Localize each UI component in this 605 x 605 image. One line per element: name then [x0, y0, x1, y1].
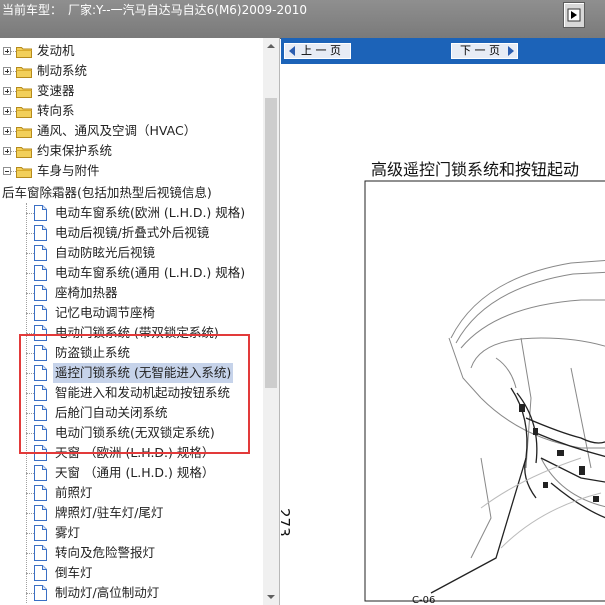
tree-folder-label: 发动机 [37, 43, 75, 58]
tree-connector-line [26, 273, 34, 274]
tree-page-item[interactable]: 电动车窗系统(欧洲 (L.H.D.) 规格) [0, 203, 262, 223]
tree-connector-line [26, 493, 34, 494]
tree-connector-line [26, 293, 34, 294]
page-number: 273 [281, 508, 293, 537]
tree-page-item[interactable]: 牌照灯/驻车灯/尾灯 [0, 503, 262, 523]
scrollbar-thumb[interactable] [265, 98, 277, 388]
tree-folder-item[interactable]: 通风、通风及空调（HVAC） [0, 121, 262, 141]
tree-page-label: 雾灯 [55, 525, 81, 540]
tree-page-label: 电动车窗系统(通用 (L.H.D.) 规格) [55, 265, 246, 280]
document-page-icon [34, 585, 47, 605]
tree-connector-line [26, 213, 34, 214]
folder-icon [16, 164, 32, 184]
expand-plus-icon[interactable] [3, 47, 11, 55]
scroll-up-arrow-icon[interactable] [263, 38, 279, 54]
tree-folder-item[interactable]: 发动机 [0, 41, 262, 61]
tree-folder-label: 变速器 [37, 83, 75, 98]
top-bar: 当前车型： 厂家:Y--一汽马自达马自达6(M6)2009-2010 [0, 0, 605, 39]
tree-connector-line [26, 553, 34, 554]
tree-page-label: 自动防眩光后视镜 [55, 245, 156, 260]
tree-folder-label: 制动系统 [37, 63, 88, 78]
tree-page-item[interactable]: 座椅加热器 [0, 283, 262, 303]
tree-connector-line [26, 313, 34, 314]
exit-arrow-icon [567, 8, 581, 22]
expand-plus-icon[interactable] [3, 127, 11, 135]
tree-page-item[interactable]: 转向及危险警报灯 [0, 543, 262, 563]
tree-page-label: 电动车窗系统(欧洲 (L.H.D.) 规格) [55, 205, 246, 220]
tree-page-label: 座椅加热器 [55, 285, 118, 300]
tree-page-item[interactable]: 自动防眩光后视镜 [0, 243, 262, 263]
tree-page-item[interactable]: 雾灯 [0, 523, 262, 543]
expand-plus-icon[interactable] [3, 67, 11, 75]
tree-page-item[interactable]: 电动后视镜/折叠式外后视镜 [0, 223, 262, 243]
tree-connector-line [26, 533, 34, 534]
tree-scrollbar[interactable] [263, 38, 279, 605]
tree-page-label: 天窗 （通用 (L.H.D.) 规格） [55, 465, 215, 480]
navigation-tree: 发动机制动系统变速器转向系通风、通风及空调（HVAC） 约束保护系统 车身与附件后车… [0, 38, 280, 605]
collapse-minus-icon[interactable] [3, 167, 11, 175]
wiring-diagram-image [364, 180, 605, 602]
tree-folder-item[interactable]: 约束保护系统 [0, 141, 262, 161]
tree-subfolder-label: 后车窗除霜器(包括加热型后视镜信息) [2, 185, 212, 200]
tree-folder-label: 车身与附件 [37, 163, 100, 178]
tree-subfolder-item[interactable]: 后车窗除霜器(包括加热型后视镜信息) [0, 183, 262, 203]
exit-button[interactable] [563, 2, 585, 28]
tree-connector-line [26, 233, 34, 234]
tree-page-label: 牌照灯/驻车灯/尾灯 [55, 505, 164, 520]
expand-plus-icon[interactable] [3, 87, 11, 95]
tree-folder-item[interactable]: 车身与附件 [0, 161, 262, 181]
annotation-highlight-box [19, 334, 250, 454]
tree-page-label: 制动灯/高位制动灯 [55, 585, 160, 600]
tree-connector-line [26, 473, 34, 474]
tree-connector-line [26, 593, 34, 594]
document-viewer: 上 一 页 下 一 页 高级遥控门锁系统和按钮起动 273 C-06 [281, 38, 605, 605]
tree-connector-line [26, 513, 34, 514]
tree-folder-item[interactable]: 变速器 [0, 81, 262, 101]
tree-connector-line [26, 573, 34, 574]
tree-folder-item[interactable]: 转向系 [0, 101, 262, 121]
tree-folder-label: 通风、通风及空调（HVAC） [37, 123, 197, 138]
tree-page-label: 前照灯 [55, 485, 93, 500]
tree-folder-label: 约束保护系统 [37, 143, 113, 158]
tree-page-label: 记忆电动调节座椅 [55, 305, 156, 320]
tree-page-item[interactable]: 制动灯/高位制动灯 [0, 583, 262, 603]
current-model-label: 当前车型： 厂家:Y--一汽马自达马自达6(M6)2009-2010 [2, 1, 307, 18]
tree-connector-line [26, 253, 34, 254]
current-model-caption: 当前车型： [2, 3, 63, 17]
tree-page-item[interactable]: 天窗 （通用 (L.H.D.) 规格） [0, 463, 262, 483]
tree-page-label: 倒车灯 [55, 565, 93, 580]
tree-folder-item[interactable]: 制动系统 [0, 61, 262, 81]
scroll-down-arrow-icon[interactable] [263, 589, 279, 605]
tree-page-item[interactable]: 倒车灯 [0, 563, 262, 583]
expand-plus-icon[interactable] [3, 147, 11, 155]
current-model-value: 厂家:Y--一汽马自达马自达6(M6)2009-2010 [68, 3, 308, 17]
tree-page-item[interactable]: 记忆电动调节座椅 [0, 303, 262, 323]
tree-folder-label: 转向系 [37, 103, 75, 118]
tree-page-label: 电动后视镜/折叠式外后视镜 [55, 225, 210, 240]
connector-label: C-06 [412, 595, 436, 605]
tree-page-item[interactable]: 前照灯 [0, 483, 262, 503]
tree-page-label: 转向及危险警报灯 [55, 545, 156, 560]
expand-plus-icon[interactable] [3, 107, 11, 115]
tree-page-item[interactable]: 电动车窗系统(通用 (L.H.D.) 规格) [0, 263, 262, 283]
